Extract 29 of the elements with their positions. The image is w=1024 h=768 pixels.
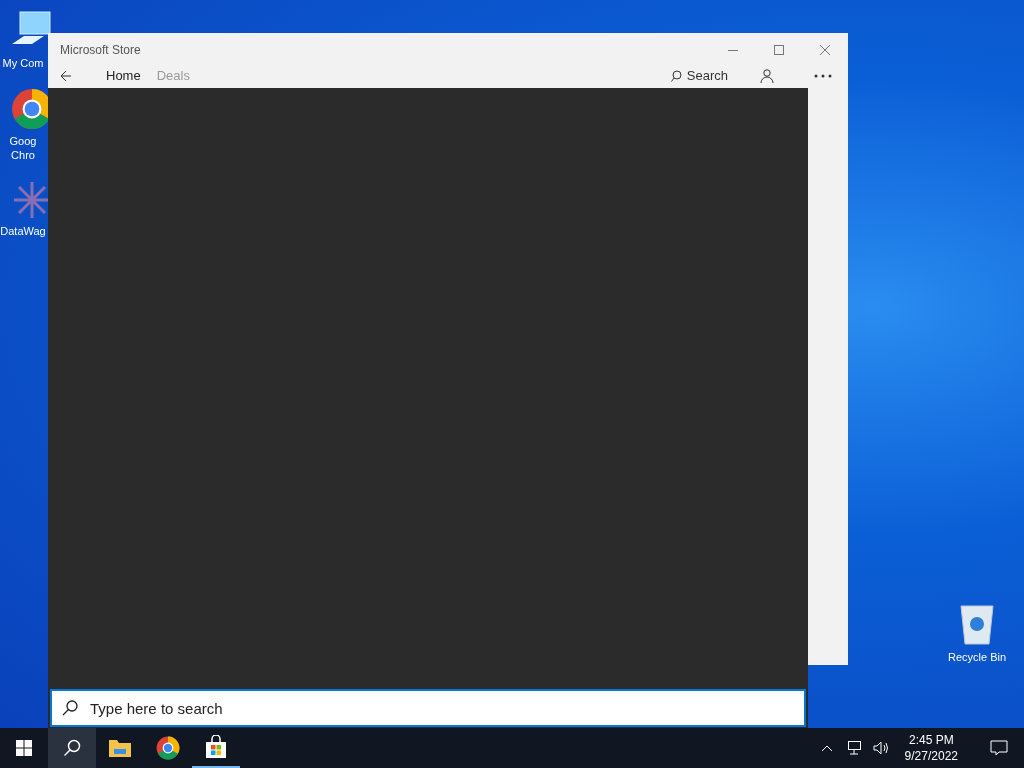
minimize-icon — [728, 49, 738, 51]
chrome-icon — [156, 736, 180, 760]
window-title: Microsoft Store — [60, 42, 141, 59]
desktop-icon-label[interactable]: Recycle Bin — [947, 650, 1007, 664]
back-arrow-icon — [60, 70, 72, 82]
windows-logo-icon — [16, 740, 32, 756]
search-icon — [63, 739, 81, 757]
nav-tab[interactable]: Home — [106, 66, 141, 86]
desktop-icon-label[interactable]: My Com — [0, 56, 46, 70]
desktop-icon-label[interactable]: Goog Chro — [0, 134, 46, 162]
clock[interactable]: 2:45 PM 9/27/2022 — [900, 732, 962, 764]
date: 9/27/2022 — [904, 748, 958, 764]
search-field[interactable]: Type here to search — [50, 689, 806, 727]
search-icon — [62, 700, 78, 716]
notification-icon[interactable] — [990, 740, 1008, 756]
folder-icon — [108, 738, 132, 758]
search-icon — [670, 70, 683, 82]
maximize-icon — [774, 45, 784, 55]
shopping-bag-icon — [204, 735, 228, 759]
time: 2:45 PM — [908, 732, 954, 748]
desktop-icon-label[interactable]: DataWag — [0, 224, 46, 238]
taskbar-button[interactable] — [48, 728, 96, 768]
more-icon[interactable] — [814, 74, 832, 78]
person-icon[interactable] — [760, 69, 774, 83]
search-button[interactable]: Search — [670, 66, 728, 86]
speaker-icon[interactable] — [872, 741, 889, 755]
recycle-bin-icon — [957, 602, 997, 646]
close-icon — [820, 45, 830, 55]
chevron-up-icon[interactable] — [820, 744, 833, 752]
